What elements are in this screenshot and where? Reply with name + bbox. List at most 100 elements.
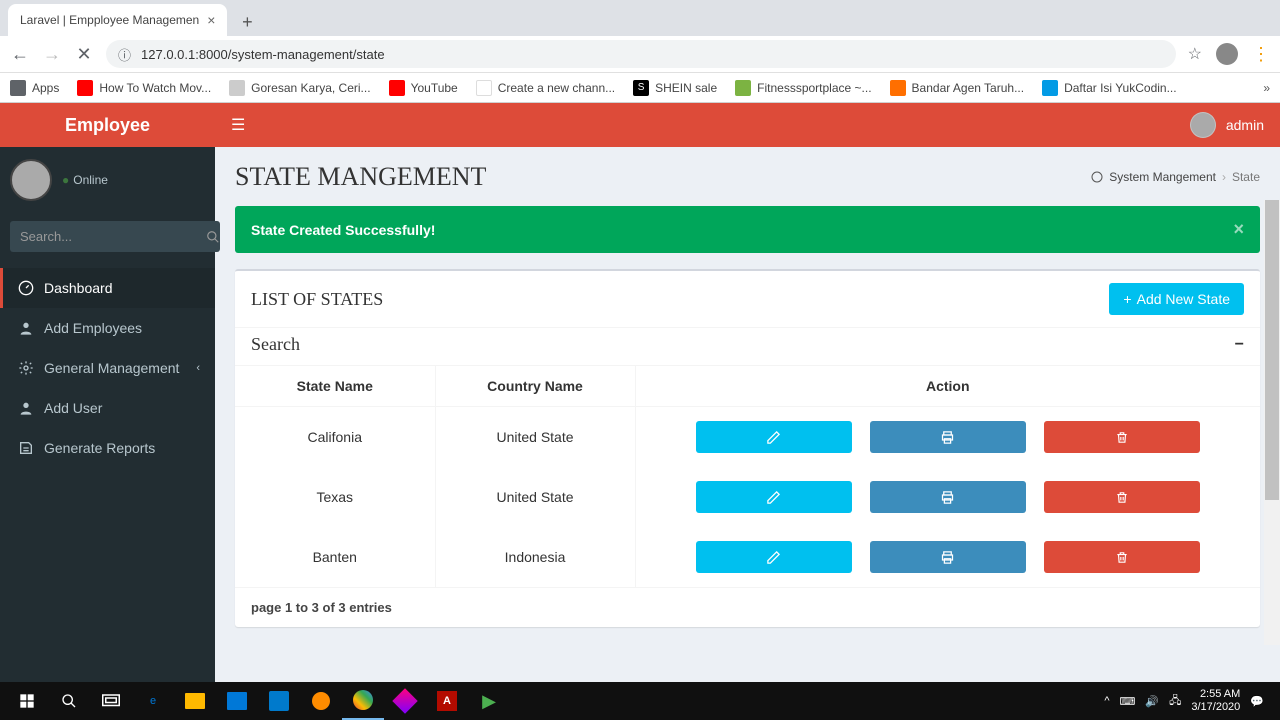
bookmark-item[interactable]: Create a new chann... — [476, 80, 615, 96]
new-tab-button[interactable]: + — [233, 8, 261, 36]
page-header: STATE MANGEMENT System Mangement › State — [235, 162, 1260, 192]
sidebar-item-add-user[interactable]: Add User — [0, 388, 215, 428]
taskbar-app[interactable]: ▶ — [468, 682, 510, 720]
taskbar-app[interactable]: e — [132, 682, 174, 720]
bookmark-item[interactable]: Daftar Isi YukCodin... — [1042, 80, 1177, 96]
profile-avatar[interactable] — [1216, 43, 1238, 65]
taskbar-app[interactable] — [174, 682, 216, 720]
user-panel: ●Online — [0, 147, 215, 213]
delete-button[interactable] — [1044, 421, 1200, 453]
browser-tab[interactable]: Laravel | Empployee Managemen × — [8, 4, 227, 36]
sidebar-item-dashboard[interactable]: Dashboard — [0, 268, 215, 308]
reload-button[interactable]: ✕ — [74, 44, 94, 65]
url-input-wrap[interactable]: ⓘ 127.0.0.1:8000/system-management/state — [106, 40, 1176, 68]
reports-icon — [18, 440, 34, 456]
back-button[interactable]: ← — [10, 44, 30, 65]
table-row: BantenIndonesia — [235, 527, 1260, 587]
content: STATE MANGEMENT System Mangement › State… — [215, 147, 1280, 642]
tray-keyboard-icon[interactable]: ⌨ — [1120, 695, 1136, 708]
page-title: STATE MANGEMENT — [235, 162, 486, 192]
sidebar-search — [10, 221, 205, 252]
bookmarks-overflow-icon[interactable]: » — [1263, 81, 1270, 95]
taskbar-app[interactable] — [216, 682, 258, 720]
delete-button[interactable] — [1044, 481, 1200, 513]
box-header: LIST OF STATES + Add New State — [235, 271, 1260, 327]
bookmark-item[interactable]: Bandar Agen Taruh... — [890, 80, 1025, 96]
sidebar-item-general-management[interactable]: General Management ‹ — [0, 348, 215, 388]
bookmark-item[interactable]: SSHEIN sale — [633, 80, 717, 96]
search-section: Search − — [235, 327, 1260, 365]
alert-close-icon[interactable]: × — [1233, 219, 1244, 240]
table-row: CalifoniaUnited State — [235, 407, 1260, 468]
alert-message: State Created Successfully! — [251, 222, 435, 238]
edit-button[interactable] — [696, 481, 852, 513]
user-icon — [18, 320, 34, 336]
print-button[interactable] — [870, 541, 1026, 573]
taskbar-app[interactable] — [342, 682, 384, 720]
bookmark-item[interactable]: How To Watch Mov... — [77, 80, 211, 96]
print-button[interactable] — [870, 421, 1026, 453]
taskbar-clock[interactable]: 2:55 AM 3/17/2020 — [1191, 688, 1240, 714]
taskbar-app[interactable] — [384, 682, 426, 720]
cell-country: United State — [435, 467, 635, 527]
cell-country: Indonesia — [435, 527, 635, 587]
dashboard-icon — [18, 280, 34, 296]
bookmark-item[interactable]: YouTube — [389, 80, 458, 96]
tray-network-icon[interactable]: 🖧 — [1169, 692, 1181, 711]
search-input[interactable] — [10, 221, 206, 252]
tab-close-icon[interactable]: × — [207, 12, 215, 28]
forward-button[interactable]: → — [42, 44, 62, 65]
print-button[interactable] — [870, 481, 1026, 513]
taskbar-app[interactable]: A — [426, 682, 468, 720]
bookmark-item[interactable]: Goresan Karya, Ceri... — [229, 80, 370, 96]
bookmarks-bar: Apps How To Watch Mov... Goresan Karya, … — [0, 72, 1280, 102]
sidebar-item-generate-reports[interactable]: Generate Reports — [0, 428, 215, 468]
breadcrumb: System Mangement › State — [1091, 170, 1260, 184]
edit-button[interactable] — [696, 421, 852, 453]
breadcrumb-separator: › — [1222, 170, 1226, 184]
taskbar-tray: ^ ⌨ 🔊 🖧 2:55 AM 3/17/2020 💬 — [1104, 688, 1274, 714]
tray-volume-icon[interactable]: 🔊 — [1145, 695, 1159, 708]
bookmark-item[interactable]: Fitnesssportplace ~... — [735, 80, 871, 96]
table-header-country: Country Name — [435, 366, 635, 407]
states-table: State Name Country Name Action Califonia… — [235, 365, 1260, 587]
cell-state: Califonia — [235, 407, 435, 468]
collapse-icon[interactable]: − — [1235, 336, 1244, 354]
topbar-username: admin — [1226, 117, 1264, 133]
taskbar-app[interactable] — [258, 682, 300, 720]
logo[interactable]: Employee — [0, 103, 215, 147]
user-avatar[interactable] — [10, 159, 52, 201]
sidebar-item-add-employees[interactable]: Add Employees — [0, 308, 215, 348]
sidebar-menu: Dashboard Add Employees General Manageme… — [0, 268, 215, 468]
cell-actions — [635, 467, 1260, 527]
table-header-action: Action — [635, 366, 1260, 407]
taskbar-app[interactable] — [300, 682, 342, 720]
cell-country: United State — [435, 407, 635, 468]
add-new-state-button[interactable]: + Add New State — [1109, 283, 1244, 315]
site-info-icon[interactable]: ⓘ — [118, 45, 131, 64]
delete-button[interactable] — [1044, 541, 1200, 573]
notification-icon[interactable]: 💬 — [1250, 695, 1264, 708]
scrollbar-thumb[interactable] — [1265, 200, 1279, 500]
gear-icon — [18, 360, 34, 376]
search-icon[interactable] — [48, 682, 90, 720]
address-bar: ← → ✕ ⓘ 127.0.0.1:8000/system-management… — [0, 36, 1280, 72]
hamburger-icon[interactable]: ☰ — [231, 115, 245, 135]
bookmark-item[interactable]: Apps — [10, 80, 59, 96]
task-view-icon[interactable] — [90, 682, 132, 720]
cell-state: Banten — [235, 527, 435, 587]
browser-menu-icon[interactable]: ⋮ — [1252, 44, 1270, 65]
browser-chrome: Laravel | Empployee Managemen × + ← → ✕ … — [0, 0, 1280, 103]
cell-actions — [635, 527, 1260, 587]
sidebar: Employee ●Online Dashboard Add Employees… — [0, 103, 215, 683]
table-row: TexasUnited State — [235, 467, 1260, 527]
tab-bar: Laravel | Empployee Managemen × + — [0, 0, 1280, 36]
edit-button[interactable] — [696, 541, 852, 573]
topbar-user[interactable]: admin — [1190, 112, 1264, 138]
tray-chevron-icon[interactable]: ^ — [1104, 695, 1109, 707]
breadcrumb-root[interactable]: System Mangement — [1109, 170, 1216, 184]
user-icon — [18, 400, 34, 416]
user-status: ●Online — [62, 173, 108, 187]
start-button[interactable] — [6, 682, 48, 720]
bookmark-star-icon[interactable]: ☆ — [1188, 44, 1202, 64]
